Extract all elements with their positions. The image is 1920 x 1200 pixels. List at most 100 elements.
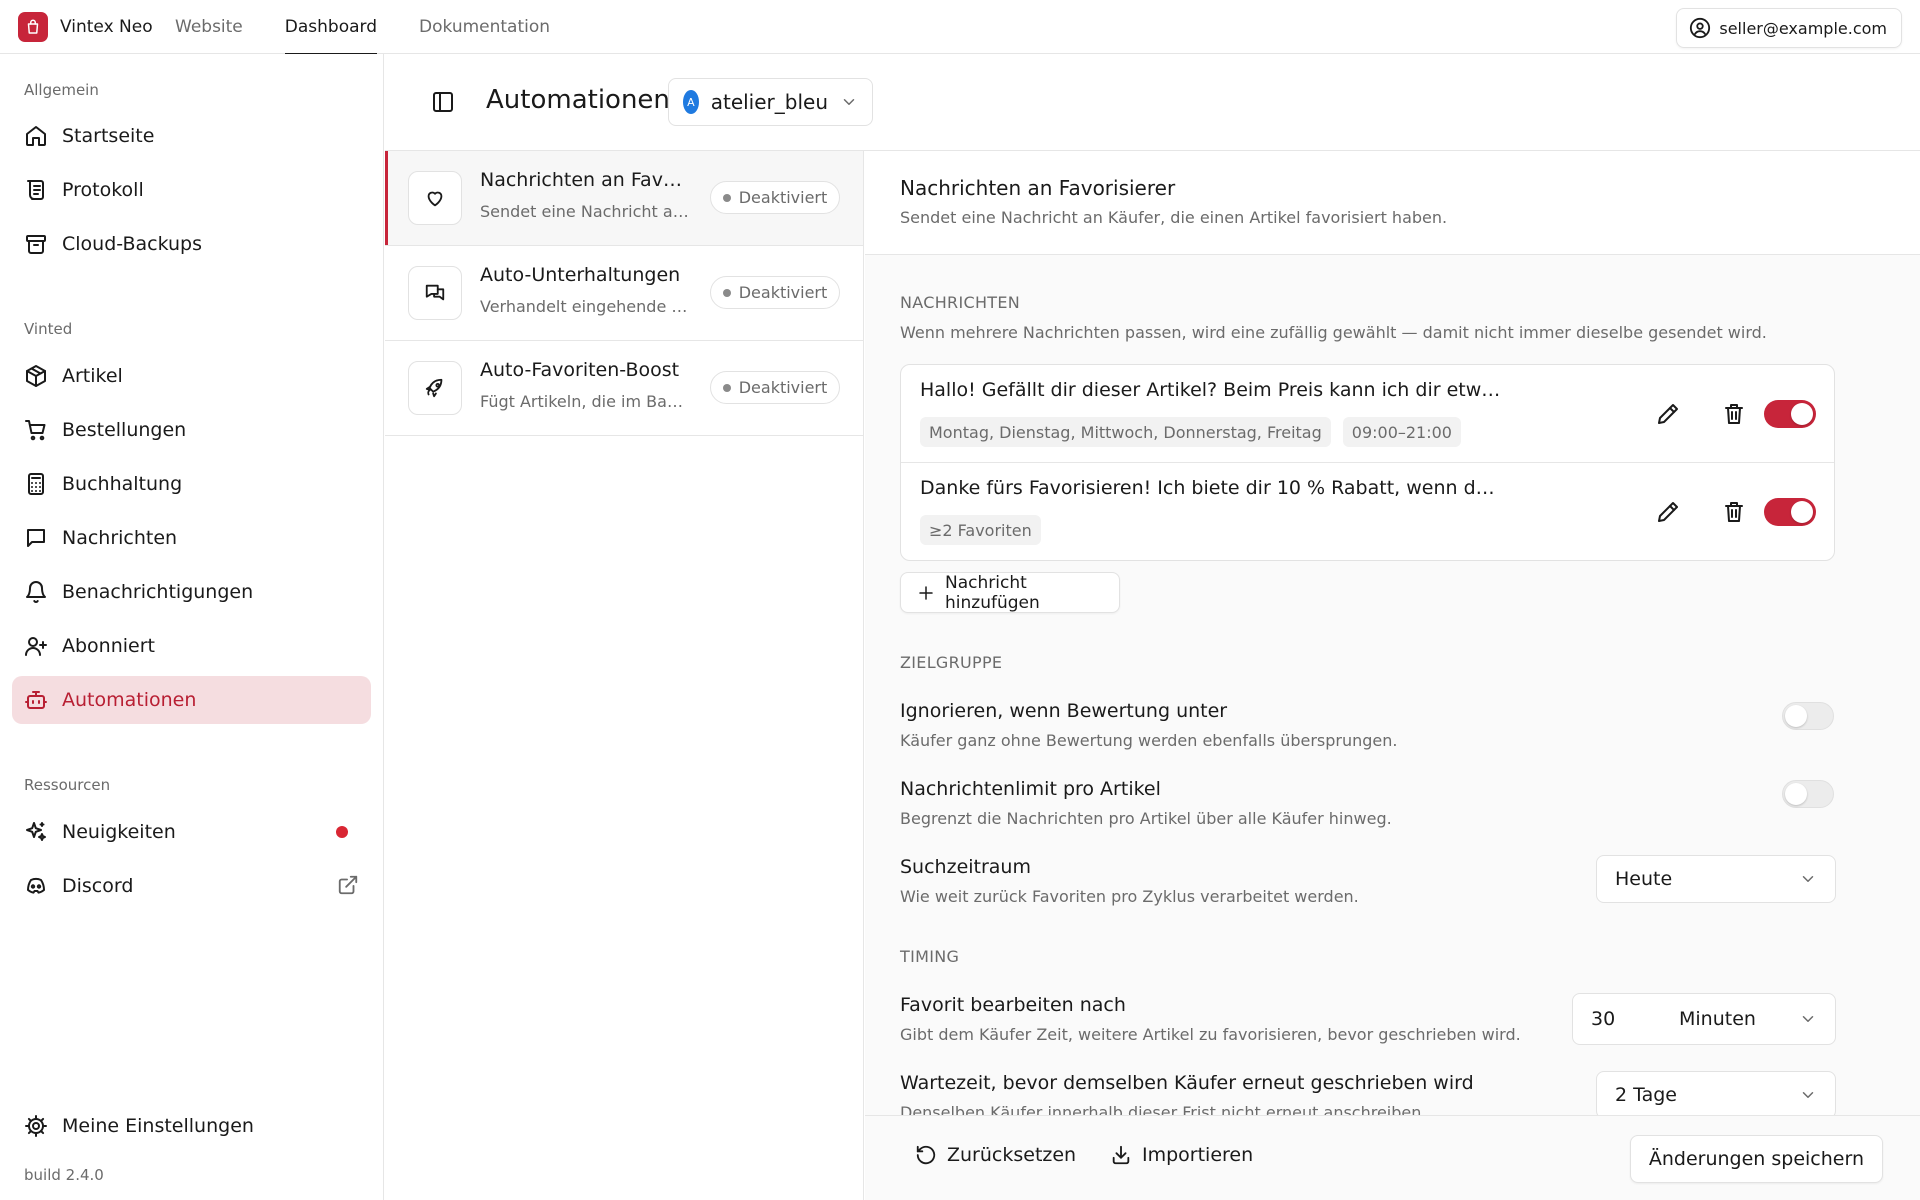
account-select-value: atelier_bleu (710, 90, 828, 114)
cooldown-desc: Denselben Käufer innerhalb dieser Frist … (900, 1103, 1427, 1115)
unread-dot (336, 826, 348, 838)
delay-label: Favorit bearbeiten nach (900, 994, 1126, 1016)
search-range-desc: Wie weit zurück Favoriten pro Zyklus ver… (900, 887, 1359, 906)
sidebar-item-label: Protokoll (62, 179, 144, 201)
sidebar: Allgemein Startseite Protokoll Cloud-Bac… (0, 54, 384, 1200)
cooldown-select[interactable]: 2 Tage (1596, 1071, 1836, 1115)
account-button[interactable]: seller@example.com (1676, 8, 1902, 48)
sidebar-item-label: Startseite (62, 125, 155, 147)
search-range-select[interactable]: Heute (1596, 855, 1836, 903)
sidebar-item-label: Benachrichtigungen (62, 581, 254, 603)
sidebar-item-benachrichtigungen[interactable]: Benachrichtigungen (12, 568, 371, 616)
add-message-button[interactable]: Nachricht hinzufügen (900, 572, 1120, 613)
sidebar-item-abonniert[interactable]: Abonniert (12, 622, 371, 670)
message-limit-label: Nachrichtenlimit pro Artikel (900, 778, 1161, 800)
sidebar-toggle-icon[interactable] (431, 90, 455, 114)
chevron-down-icon (1799, 1086, 1817, 1104)
edit-pencil-icon[interactable] (1653, 497, 1683, 527)
bag-logo-icon (18, 12, 48, 42)
delay-input-group[interactable]: 30 Minuten (1572, 993, 1836, 1045)
import-button[interactable]: Importieren (1110, 1144, 1253, 1166)
build-version: build 2.4.0 (24, 1166, 104, 1184)
brand[interactable]: Vintex Neo (18, 12, 153, 42)
automation-item-favorisierer[interactable]: Nachrichten an Favorisierer Sendet eine … (385, 151, 863, 246)
user-circle-icon (1689, 17, 1711, 39)
app-name: Vintex Neo (60, 17, 153, 37)
section-label-vinted: Vinted (24, 320, 73, 338)
automation-name: Nachrichten an Favorisierer (480, 169, 690, 191)
message-enabled-toggle[interactable] (1764, 498, 1816, 526)
delay-number-input[interactable]: 30 (1591, 1008, 1651, 1030)
sidebar-item-nachrichten[interactable]: Nachrichten (12, 514, 371, 562)
page-header: Automationen A atelier_bleu (385, 54, 1920, 151)
sidebar-item-startseite[interactable]: Startseite (12, 112, 371, 160)
save-changes-button[interactable]: Änderungen speichern (1629, 1135, 1883, 1183)
sidebar-item-label: Nachrichten (62, 527, 178, 549)
ignore-rating-toggle[interactable] (1782, 702, 1834, 730)
bot-icon (24, 688, 48, 712)
automation-name: Auto-Favoriten-Boost (480, 359, 680, 381)
sidebar-item-automationen[interactable]: Automationen (12, 676, 371, 724)
trash-icon[interactable] (1719, 399, 1749, 429)
sidebar-item-neuigkeiten[interactable]: Neuigkeiten (12, 808, 371, 856)
condition-chip-time: 09:00–21:00 (1342, 417, 1461, 447)
reset-label: Zurücksetzen (947, 1144, 1077, 1166)
status-badge: Deaktiviert (710, 371, 840, 404)
plus-icon (917, 584, 935, 602)
nav-docs[interactable]: Dokumentation (419, 0, 550, 54)
sidebar-item-label: Abonniert (62, 635, 155, 657)
account-email: seller@example.com (1719, 18, 1887, 38)
sidebar-item-discord[interactable]: Discord (12, 862, 371, 910)
user-plus-icon (24, 634, 48, 658)
automation-item-favoriten-boost[interactable]: Auto-Favoriten-Boost Fügt Artikeln, die … (385, 341, 863, 436)
automation-detail: Nachrichten an Favorisierer Sendet eine … (865, 151, 1920, 1115)
cooldown-value: 2 Tage (1615, 1084, 1677, 1106)
edit-pencil-icon[interactable] (1653, 399, 1683, 429)
sidebar-item-buchhaltung[interactable]: Buchhaltung (12, 460, 371, 508)
message-limit-toggle[interactable] (1782, 780, 1834, 808)
sidebar-item-label: Meine Einstellungen (62, 1115, 254, 1137)
message-icon (24, 526, 48, 550)
sidebar-item-label: Discord (62, 875, 134, 897)
page-title: Automationen (486, 85, 670, 115)
sidebar-item-label: Cloud-Backups (62, 233, 202, 255)
delay-desc: Gibt dem Käufer Zeit, weitere Artikel zu… (900, 1025, 1521, 1044)
reset-button[interactable]: Zurücksetzen (915, 1144, 1076, 1166)
add-message-label: Nachricht hinzufügen (945, 572, 1040, 613)
ignore-rating-desc: Käufer ganz ohne Bewertung werden ebenfa… (900, 731, 1398, 750)
detail-header: Nachrichten an Favorisierer Sendet eine … (865, 151, 1920, 255)
message-row: Danke fürs Favorisieren! Ich biete dir 1… (901, 462, 1834, 559)
sidebar-item-settings[interactable]: Meine Einstellungen (12, 1102, 371, 1150)
cart-icon (24, 418, 48, 442)
delay-unit-select[interactable]: Minuten (1679, 1008, 1756, 1030)
sidebar-item-protokoll[interactable]: Protokoll (12, 166, 371, 214)
automation-desc: Fügt Artikeln, die im Backlog liegen, Fa… (480, 392, 690, 411)
nav-website[interactable]: Website (175, 0, 243, 54)
rocket-icon (408, 361, 462, 415)
search-range-label: Suchzeitraum (900, 856, 1031, 878)
sparkles-icon (24, 820, 48, 844)
automation-list: Nachrichten an Favorisierer Sendet eine … (385, 151, 864, 1200)
automation-item-unterhaltungen[interactable]: Auto-Unterhaltungen Verhandelt eingehend… (385, 246, 863, 341)
message-enabled-toggle[interactable] (1764, 400, 1816, 428)
sidebar-item-cloud-backups[interactable]: Cloud-Backups (12, 220, 371, 268)
archive-icon (24, 232, 48, 256)
sidebar-item-label: Neuigkeiten (62, 821, 176, 843)
account-select[interactable]: A atelier_bleu (668, 78, 873, 126)
message-limit-desc: Begrenzt die Nachrichten pro Artikel übe… (900, 809, 1392, 828)
external-link-icon (337, 874, 359, 896)
sidebar-item-label: Automationen (62, 689, 197, 711)
bell-icon (24, 580, 48, 604)
home-icon (24, 124, 48, 148)
detail-description: Sendet eine Nachricht an Käufer, die ein… (900, 208, 1448, 227)
message-text: Danke fürs Favorisieren! Ich biete dir 1… (920, 477, 1505, 499)
message-row: Hallo! Gefällt dir dieser Artikel? Beim … (901, 365, 1834, 462)
top-bar: Vintex Neo Website Dashboard Dokumentati… (0, 0, 1920, 55)
trash-icon[interactable] (1719, 497, 1749, 527)
nav-dashboard[interactable]: Dashboard (284, 0, 378, 55)
automation-desc: Verhandelt eingehende Angebote automatis… (480, 297, 690, 316)
sidebar-item-label: Buchhaltung (62, 473, 183, 495)
sidebar-item-artikel[interactable]: Artikel (12, 352, 371, 400)
sidebar-item-bestellungen[interactable]: Bestellungen (12, 406, 371, 454)
audience-section-title: ZIELGRUPPE (900, 653, 1003, 672)
